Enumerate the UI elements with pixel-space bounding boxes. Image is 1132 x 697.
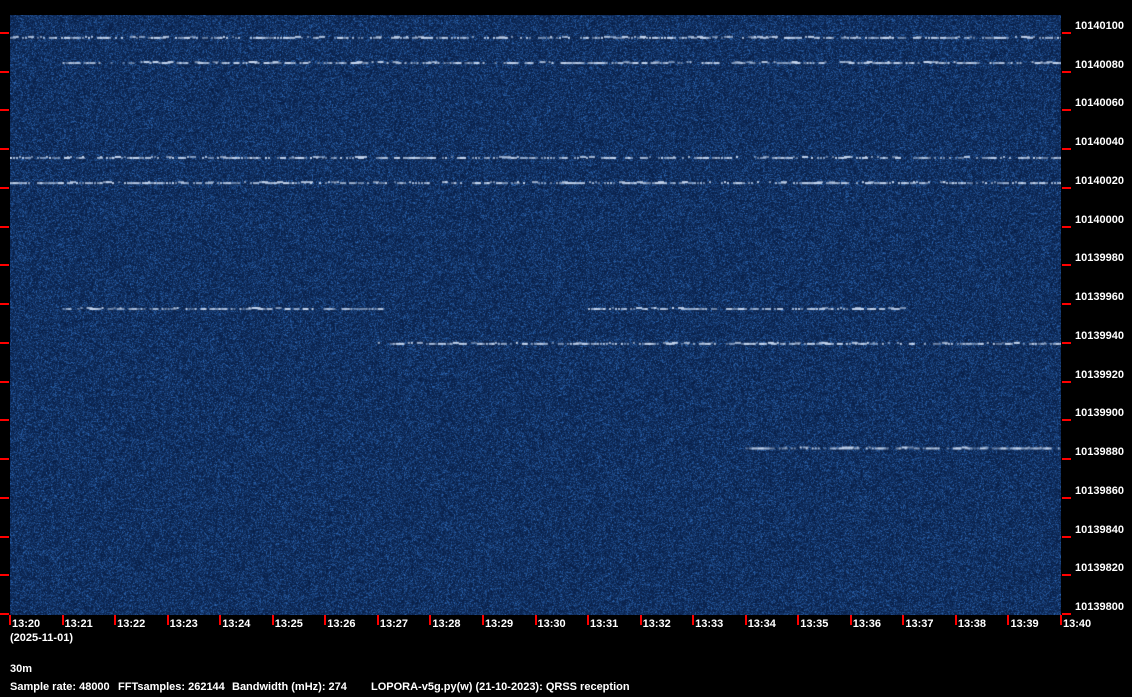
y-tick-left <box>0 71 9 73</box>
x-tick <box>955 615 957 625</box>
x-tick <box>745 615 747 625</box>
y-tick-left <box>0 497 9 499</box>
y-tick-right <box>1062 613 1071 615</box>
x-tick <box>377 615 379 625</box>
y-tick-right <box>1062 71 1071 73</box>
x-tick <box>902 615 904 625</box>
x-tick-label: 13:33 <box>695 618 723 630</box>
x-tick-label: 13:28 <box>432 618 460 630</box>
y-tick-right <box>1062 148 1071 150</box>
y-tick-label: 10139800 <box>1075 601 1124 613</box>
x-tick <box>272 615 274 625</box>
y-tick-label: 10139880 <box>1075 446 1124 458</box>
x-tick-label: 13:29 <box>485 618 513 630</box>
y-tick-label: 10139860 <box>1075 485 1124 497</box>
x-tick-label: 13:40 <box>1063 618 1091 630</box>
y-tick-label: 10140040 <box>1075 136 1124 148</box>
x-tick <box>850 615 852 625</box>
x-tick-label: 13:21 <box>65 618 93 630</box>
y-tick-left <box>0 264 9 266</box>
x-tick <box>692 615 694 625</box>
y-tick-right <box>1062 574 1071 576</box>
y-tick-label: 10139840 <box>1075 524 1124 536</box>
y-tick-label: 10139920 <box>1075 369 1124 381</box>
x-tick-label: 13:36 <box>853 618 881 630</box>
y-tick-left <box>0 458 9 460</box>
x-tick-label: 13:31 <box>590 618 618 630</box>
y-tick-right <box>1062 381 1071 383</box>
y-tick-label: 10139820 <box>1075 562 1124 574</box>
y-tick-label: 10139960 <box>1075 291 1124 303</box>
y-tick-label: 10140100 <box>1075 20 1124 32</box>
x-tick <box>587 615 589 625</box>
y-tick-right <box>1062 497 1071 499</box>
y-tick-right <box>1062 419 1071 421</box>
y-tick-right <box>1062 458 1071 460</box>
x-tick <box>219 615 221 625</box>
x-tick-label: 13:25 <box>275 618 303 630</box>
x-tick-label: 13:32 <box>643 618 671 630</box>
bandwidth: Bandwidth (mHz): 274 <box>232 681 347 693</box>
x-tick <box>797 615 799 625</box>
y-tick-left <box>0 536 9 538</box>
y-tick-right <box>1062 342 1071 344</box>
x-tick <box>482 615 484 625</box>
band-label: 30m <box>10 663 32 675</box>
x-tick-label: 13:23 <box>170 618 198 630</box>
y-tick-left <box>0 613 9 615</box>
x-tick-label: 13:27 <box>380 618 408 630</box>
y-tick-left <box>0 342 9 344</box>
x-tick <box>114 615 116 625</box>
x-tick <box>167 615 169 625</box>
y-tick-left <box>0 574 9 576</box>
x-tick-label: 13:34 <box>748 618 776 630</box>
x-tick-label: 13:26 <box>327 618 355 630</box>
y-tick-left <box>0 381 9 383</box>
x-tick <box>1060 615 1062 625</box>
y-tick-right <box>1062 536 1071 538</box>
x-tick-label: 13:20 <box>12 618 40 630</box>
x-tick <box>62 615 64 625</box>
x-tick-label: 13:37 <box>905 618 933 630</box>
y-tick-right <box>1062 303 1071 305</box>
y-tick-label: 10140080 <box>1075 59 1124 71</box>
x-tick <box>1007 615 1009 625</box>
y-tick-right <box>1062 109 1071 111</box>
x-tick <box>9 615 11 625</box>
x-tick-label: 13:30 <box>538 618 566 630</box>
y-tick-left <box>0 32 9 34</box>
y-tick-label: 10139900 <box>1075 407 1124 419</box>
y-tick-label: 10140020 <box>1075 175 1124 187</box>
y-tick-right <box>1062 264 1071 266</box>
x-tick-label: 13:38 <box>958 618 986 630</box>
y-tick-left <box>0 226 9 228</box>
y-tick-label: 10139940 <box>1075 330 1124 342</box>
sample-rate: Sample rate: 48000 <box>10 681 110 693</box>
y-tick-left <box>0 109 9 111</box>
x-tick <box>429 615 431 625</box>
program-title: LOPORA-v5g.py(w) (21-10-2023): QRSS rece… <box>371 681 630 693</box>
y-tick-label: 10140060 <box>1075 97 1124 109</box>
x-tick-label: 13:35 <box>800 618 828 630</box>
y-tick-label: 10140000 <box>1075 214 1124 226</box>
x-tick <box>640 615 642 625</box>
fft-samples: FFTsamples: 262144 <box>118 681 225 693</box>
date-label: (2025-11-01) <box>10 632 73 644</box>
y-tick-left <box>0 419 9 421</box>
y-tick-right <box>1062 226 1071 228</box>
y-tick-left <box>0 148 9 150</box>
x-tick <box>324 615 326 625</box>
x-tick-label: 13:24 <box>222 618 250 630</box>
waterfall-spectrogram <box>10 15 1061 615</box>
x-tick-label: 13:22 <box>117 618 145 630</box>
y-tick-right <box>1062 32 1071 34</box>
x-tick <box>535 615 537 625</box>
y-tick-right <box>1062 187 1071 189</box>
x-tick-label: 13:39 <box>1010 618 1038 630</box>
y-tick-label: 10139980 <box>1075 252 1124 264</box>
y-tick-left <box>0 187 9 189</box>
y-tick-left <box>0 303 9 305</box>
